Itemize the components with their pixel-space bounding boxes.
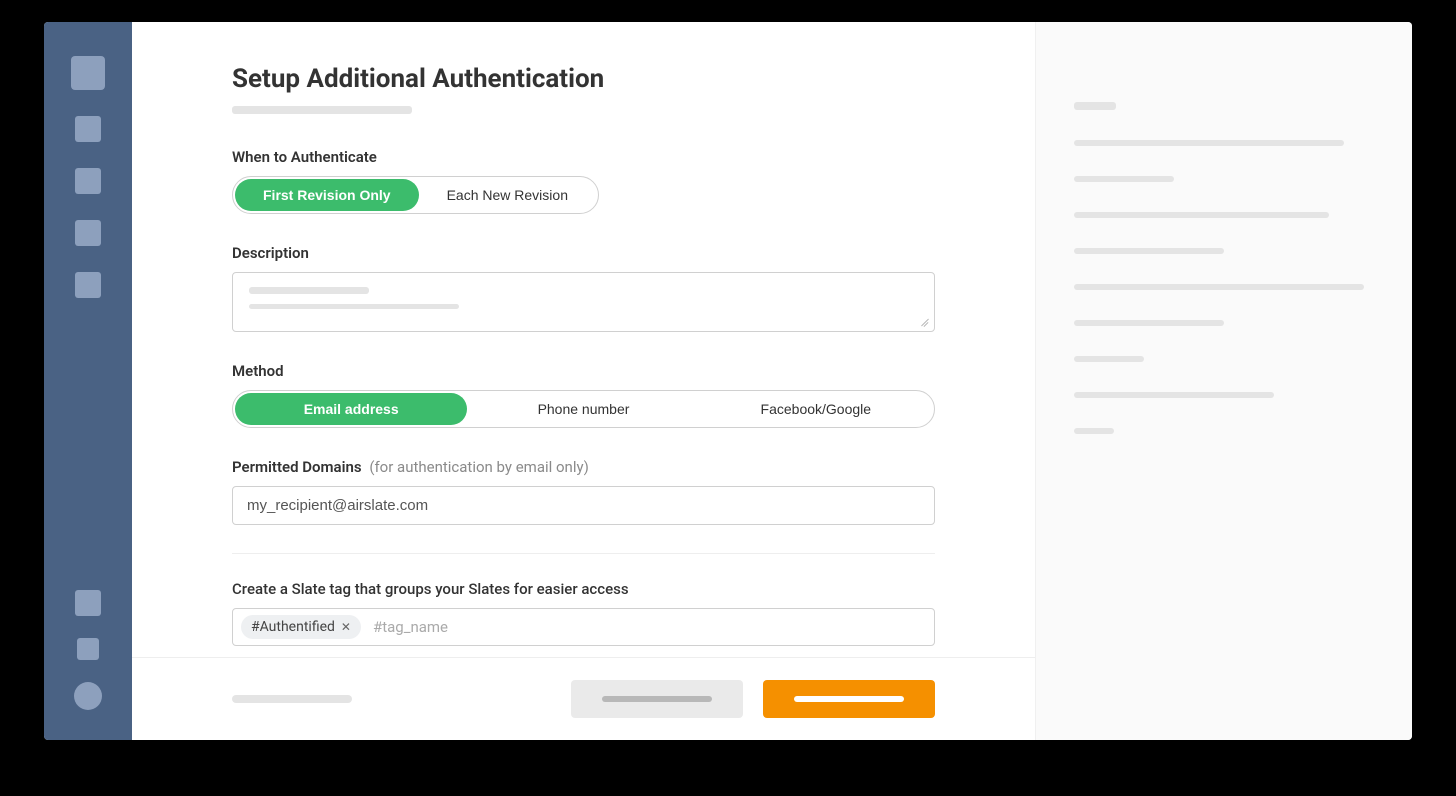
right-skel-8	[1074, 356, 1144, 362]
footer-left-placeholder	[232, 695, 352, 703]
method-toggle-group: Email address Phone number Facebook/Goog…	[232, 390, 935, 428]
description-label: Description	[232, 244, 935, 262]
when-toggle-group: First Revision Only Each New Revision	[232, 176, 599, 214]
domains-label-hint: (for authentication by email only)	[369, 458, 588, 476]
sidebar-top-nav	[71, 56, 105, 298]
sidebar	[44, 22, 132, 740]
description-placeholder-line2	[249, 304, 459, 309]
right-panel	[1036, 22, 1412, 740]
sidebar-item-1-icon[interactable]	[71, 56, 105, 90]
sidebar-item-7-icon[interactable]	[77, 638, 99, 660]
when-option-each[interactable]: Each New Revision	[419, 179, 596, 211]
footer-secondary-button[interactable]	[571, 680, 743, 718]
right-skel-2	[1074, 140, 1344, 146]
main-panel: Setup Additional Authentication When to …	[132, 22, 1036, 740]
method-option-email[interactable]: Email address	[235, 393, 467, 425]
method-option-social[interactable]: Facebook/Google	[700, 393, 932, 425]
when-label: When to Authenticate	[232, 148, 935, 166]
page-title: Setup Additional Authentication	[232, 64, 935, 94]
sidebar-item-2-icon[interactable]	[75, 116, 101, 142]
footer	[132, 657, 1035, 740]
tag-input-placeholder: #tag_name	[373, 618, 926, 636]
divider	[232, 553, 935, 554]
method-label: Method	[232, 362, 935, 380]
tag-chip: #Authentified ✕	[241, 615, 361, 639]
tag-remove-icon[interactable]: ✕	[341, 620, 351, 634]
domains-label: Permitted Domains (for authentication by…	[232, 458, 935, 476]
resize-handle-icon[interactable]	[920, 317, 930, 327]
sidebar-bottom-nav	[74, 590, 102, 710]
sidebar-item-6-icon[interactable]	[75, 590, 101, 616]
sidebar-item-3-icon[interactable]	[75, 168, 101, 194]
domains-input[interactable]	[232, 486, 935, 525]
domains-label-text: Permitted Domains	[232, 458, 362, 476]
right-skel-6	[1074, 284, 1364, 290]
tags-label: Create a Slate tag that groups your Slat…	[232, 580, 935, 598]
method-option-phone[interactable]: Phone number	[467, 393, 699, 425]
footer-primary-label	[794, 696, 904, 702]
tags-input-box[interactable]: #Authentified ✕ #tag_name	[232, 608, 935, 646]
description-textarea[interactable]	[232, 272, 935, 332]
right-skel-10	[1074, 428, 1114, 434]
main-content: Setup Additional Authentication When to …	[132, 22, 1035, 657]
right-skel-5	[1074, 248, 1224, 254]
sidebar-item-4-icon[interactable]	[75, 220, 101, 246]
subtitle-placeholder	[232, 106, 412, 114]
right-skel-4	[1074, 212, 1329, 218]
right-skel-1	[1074, 102, 1116, 110]
tag-chip-label: #Authentified	[251, 619, 335, 635]
when-option-first[interactable]: First Revision Only	[235, 179, 419, 211]
right-skel-9	[1074, 392, 1274, 398]
right-skel-7	[1074, 320, 1224, 326]
sidebar-item-5-icon[interactable]	[75, 272, 101, 298]
sidebar-avatar-icon[interactable]	[74, 682, 102, 710]
description-placeholder-line1	[249, 287, 369, 294]
footer-secondary-label	[602, 696, 712, 702]
footer-primary-button[interactable]	[763, 680, 935, 718]
app-window: Setup Additional Authentication When to …	[44, 22, 1412, 740]
right-skel-3	[1074, 176, 1174, 182]
